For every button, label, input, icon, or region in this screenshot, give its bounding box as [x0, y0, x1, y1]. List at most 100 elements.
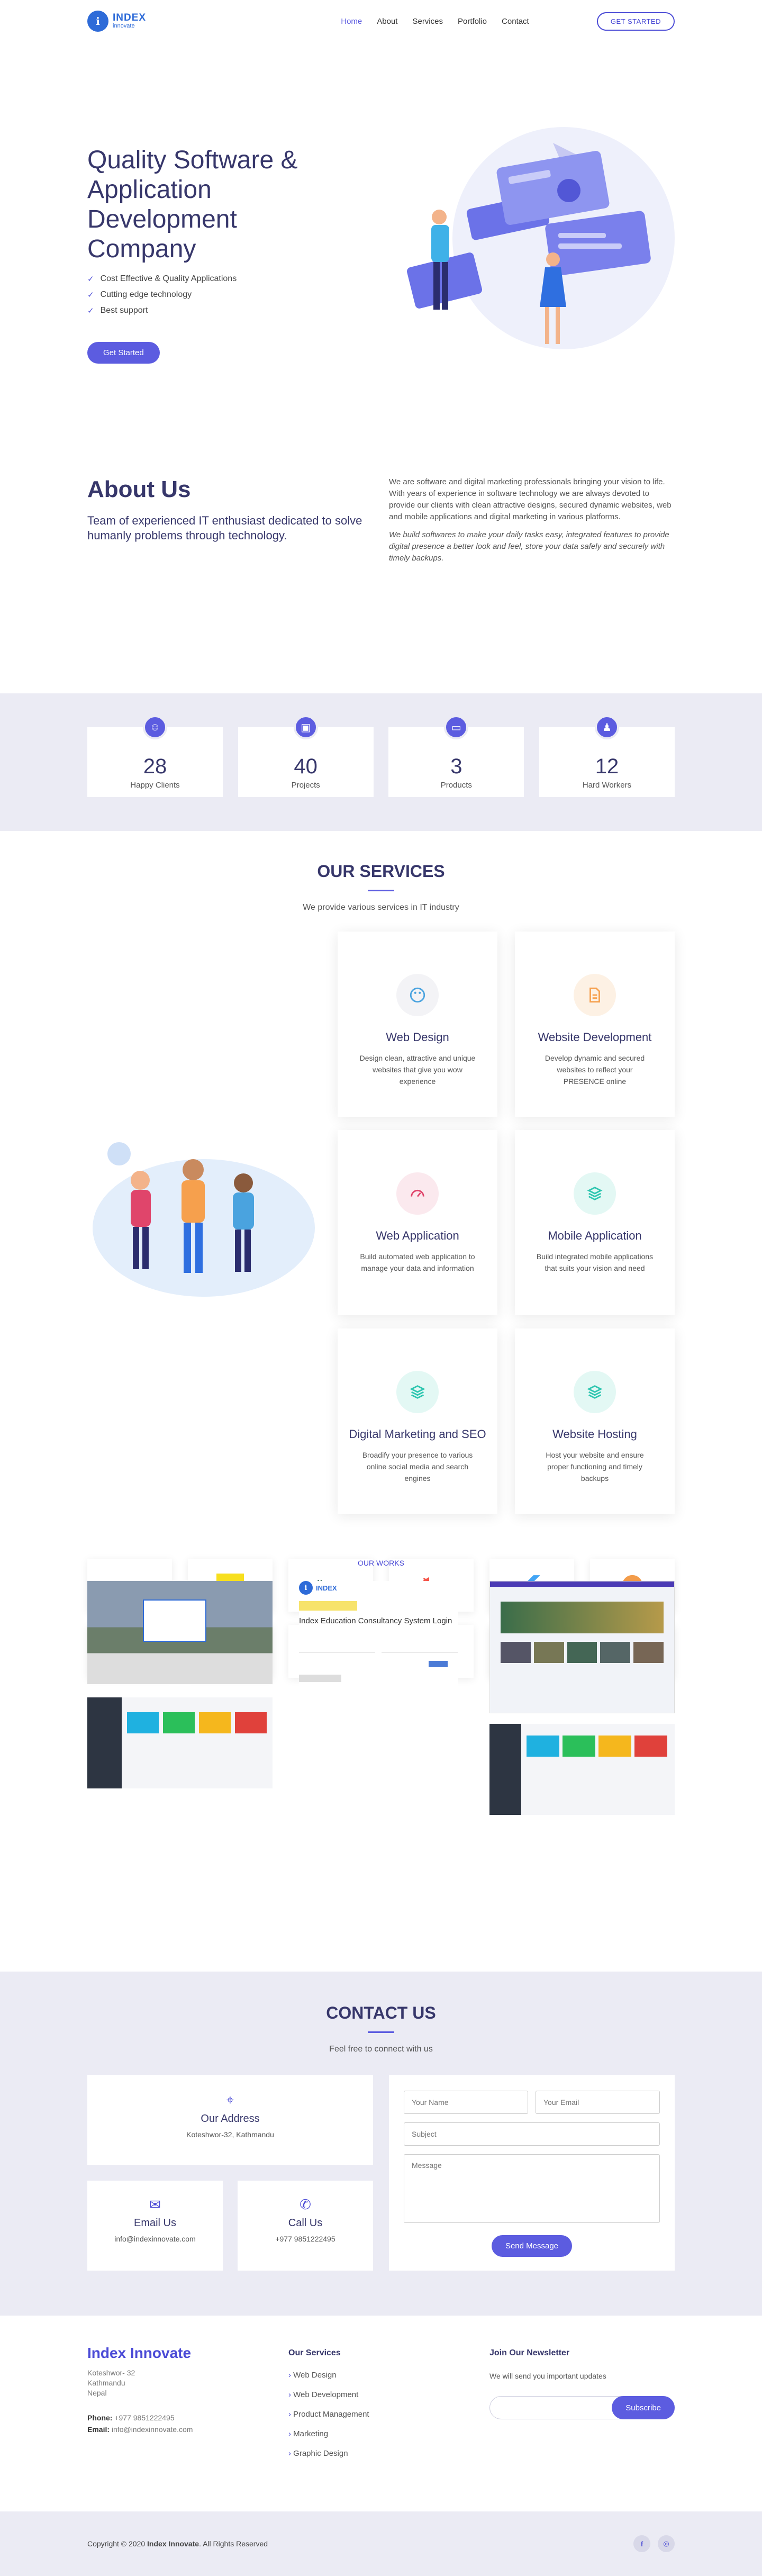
footer-bottom-bar: Copyright © 2020 Index Innovate. All Rig… — [0, 2511, 762, 2576]
footer-link-label: Web Development — [293, 2390, 359, 2399]
portfolio-item-dashboard[interactable] — [87, 1697, 273, 1788]
stat-tile — [634, 1736, 667, 1757]
hero-title: Quality Software & Application Developme… — [87, 146, 298, 263]
footer-phone[interactable]: +977 9851222495 — [114, 2414, 174, 2422]
footer-link[interactable]: › Web Design — [288, 2371, 369, 2380]
nav-contact[interactable]: Contact — [502, 17, 529, 26]
email-input[interactable] — [536, 2091, 660, 2114]
login-field — [382, 1645, 458, 1652]
heading-underline — [368, 890, 394, 891]
services-subtitle: We provide various services in IT indust… — [303, 903, 459, 912]
footer-services: Our Services › Web Design › Web Developm… — [288, 2348, 369, 2469]
chevron-right-icon: › — [288, 2449, 291, 2458]
instagram-icon[interactable]: ◎ — [658, 2535, 675, 2552]
portfolio-item-login[interactable]: i INDEX Index Education Consultancy Syst… — [299, 1581, 458, 1713]
service-card-digital-marketing[interactable]: Digital Marketing and SEO Broadify your … — [338, 1328, 497, 1514]
stat-tile — [163, 1712, 195, 1733]
service-card-website-hosting[interactable]: Website Hosting Host your website and en… — [515, 1328, 675, 1514]
smile-icon: ☺ — [143, 715, 167, 739]
team-illustration — [93, 1142, 315, 1297]
portfolio-item-dashboard-2[interactable] — [489, 1724, 675, 1815]
email-value[interactable]: info@indexinnovate.com — [87, 2235, 223, 2243]
service-card-website-development[interactable]: Website Development Develop dynamic and … — [515, 932, 675, 1117]
newsletter-input[interactable]: Subscribe — [489, 2396, 675, 2419]
stat-number: 3 — [450, 755, 462, 778]
footer-link-label: Marketing — [293, 2429, 329, 2438]
login-field — [299, 1645, 375, 1652]
login-card-thumb — [143, 1599, 206, 1642]
service-title: Digital Marketing and SEO — [349, 1427, 486, 1441]
travel-card — [633, 1642, 664, 1663]
footer-link[interactable]: › Graphic Design — [288, 2449, 369, 2458]
copyright-prefix: Copyright © 2020 — [87, 2539, 146, 2548]
layers-icon — [396, 1371, 439, 1413]
stat-number: 40 — [294, 755, 318, 778]
nav-home[interactable]: Home — [341, 17, 362, 26]
service-card-web-design[interactable]: Web Design Design clean, attractive and … — [338, 932, 497, 1117]
social-links: f ◎ — [633, 2535, 675, 2552]
service-desc: Build integrated mobile applications tha… — [536, 1252, 654, 1272]
service-desc: Develop dynamic and secured websites to … — [545, 1054, 645, 1086]
hero-point: ✓ Cutting edge technology — [87, 290, 237, 300]
logo-mark: i — [299, 1581, 313, 1595]
nav-about[interactable]: About — [377, 17, 397, 26]
footer-about: Index Innovate Koteshwor- 32 Kathmandu N… — [87, 2345, 193, 2435]
service-card-mobile-application[interactable]: Mobile Application Build integrated mobi… — [515, 1130, 675, 1315]
newsletter-heading: Join Our Newsletter — [489, 2348, 570, 2357]
subscribe-button[interactable]: Subscribe — [612, 2396, 675, 2419]
gauge-icon — [396, 1172, 439, 1215]
facebook-icon[interactable]: f — [633, 2535, 650, 2552]
main-nav: Home About Services Portfolio Contact — [341, 17, 529, 26]
subject-input[interactable] — [404, 2122, 660, 2146]
footer-email[interactable]: info@indexinnovate.com — [112, 2425, 193, 2434]
briefcase-icon: ▣ — [293, 715, 318, 739]
footer-link[interactable]: › Marketing — [288, 2429, 369, 2438]
login-fields — [299, 1645, 458, 1652]
stat-number: 12 — [595, 755, 619, 778]
chevron-right-icon: › — [288, 2390, 291, 2399]
forgot-button — [299, 1675, 341, 1682]
login-title: Index Education Consultancy System Login — [299, 1616, 452, 1625]
chevron-right-icon: › — [288, 2371, 291, 2380]
about-heading: About Us — [87, 476, 191, 502]
logo-line1: INDEX — [113, 12, 147, 24]
hero-get-started-button[interactable]: Get Started — [87, 342, 160, 364]
footer-services-heading: Our Services — [288, 2348, 341, 2357]
services-section: OUR SERVICES We provide various services… — [0, 831, 762, 1678]
works-heading: OUR WORKS — [358, 1559, 404, 1567]
service-title: Web Application — [376, 1229, 459, 1242]
travel-card — [600, 1642, 631, 1663]
address-card: ⌖ Our Address Koteshwor-32, Kathmandu — [87, 2075, 373, 2165]
phone-value[interactable]: +977 9851222495 — [238, 2235, 373, 2243]
address-title: Our Address — [201, 2113, 260, 2125]
contact-heading: CONTACT US — [326, 2003, 436, 2022]
footer-link[interactable]: › Product Management — [288, 2410, 369, 2419]
check-icon: ✓ — [87, 275, 94, 284]
login-logo-text: INDEX — [316, 1584, 337, 1592]
travel-card — [501, 1642, 531, 1663]
travel-topbar — [490, 1581, 674, 1587]
logo[interactable]: i INDEX innovate — [87, 11, 146, 32]
nav-portfolio[interactable]: Portfolio — [458, 17, 487, 26]
service-card-web-application[interactable]: Web Application Build automated web appl… — [338, 1130, 497, 1315]
service-desc: Host your website and ensure proper func… — [546, 1451, 644, 1483]
portfolio-item-travel[interactable] — [489, 1581, 675, 1713]
portfolio-item-students[interactable] — [87, 1581, 273, 1684]
send-message-button[interactable]: Send Message — [491, 2235, 573, 2257]
travel-card — [533, 1642, 564, 1663]
stat-card: ▣ 40 Projects — [238, 715, 374, 797]
nav-services[interactable]: Services — [412, 17, 443, 26]
map-pin-icon: ⌖ — [226, 2092, 234, 2108]
services-heading: OUR SERVICES — [317, 862, 445, 881]
name-input[interactable] — [404, 2091, 528, 2114]
stat-label: Happy Clients — [130, 781, 180, 790]
stat-card: ♟ 12 Hard Workers — [539, 715, 675, 797]
get-started-button[interactable]: GET STARTED — [596, 12, 675, 31]
hero-illustration — [406, 127, 675, 349]
footer-address-line: Kathmandu — [87, 2379, 125, 2387]
stat-number: 28 — [143, 755, 167, 778]
chevron-right-icon: › — [288, 2410, 291, 2419]
message-input[interactable] — [404, 2154, 660, 2223]
stat-card: ▭ 3 Products — [388, 715, 524, 797]
footer-link[interactable]: › Web Development — [288, 2390, 369, 2399]
